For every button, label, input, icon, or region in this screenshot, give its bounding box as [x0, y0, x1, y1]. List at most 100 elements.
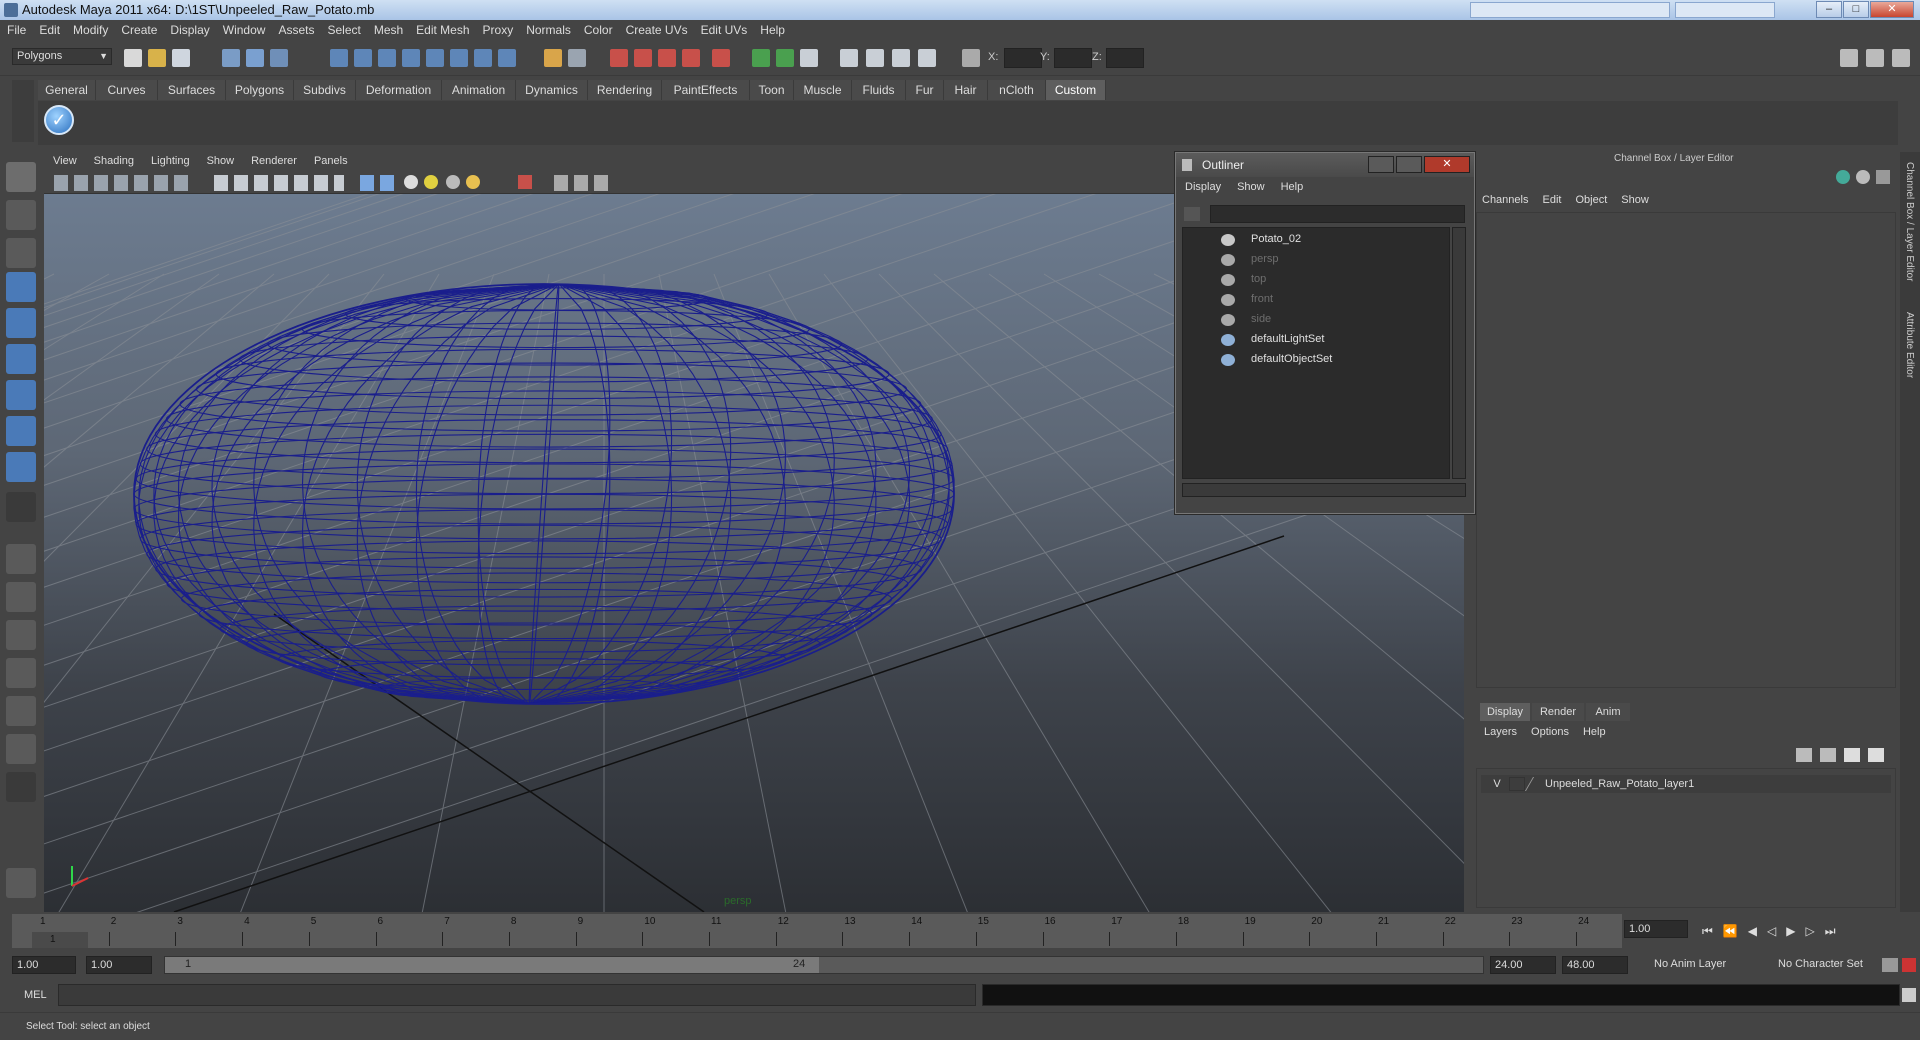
- vp-menu-lighting[interactable]: Lighting: [142, 152, 198, 167]
- tab-animation[interactable]: Animation: [442, 80, 516, 100]
- tab-hair[interactable]: Hair: [944, 80, 988, 100]
- command-language-label[interactable]: MEL: [24, 989, 47, 1001]
- playback-buttons[interactable]: ⏮⏪◀◁▶▷⏭: [1702, 924, 1846, 939]
- new-layer-icon[interactable]: [1844, 748, 1860, 762]
- make-live-icon[interactable]: [426, 49, 444, 67]
- light-icon[interactable]: [424, 175, 438, 189]
- layer-color-swatch[interactable]: [1524, 777, 1546, 791]
- output-icon[interactable]: [568, 49, 586, 67]
- hand-icon[interactable]: [6, 868, 36, 898]
- soft-modification-icon[interactable]: [6, 416, 36, 446]
- tab-dynamics[interactable]: Dynamics: [516, 80, 588, 100]
- menu-set-select[interactable]: Polygons ▼: [12, 48, 112, 65]
- tab-rendering[interactable]: Rendering: [588, 80, 662, 100]
- snap-plane-icon[interactable]: [402, 49, 420, 67]
- channel-box-area[interactable]: [1476, 212, 1896, 688]
- outliner-maximize-button[interactable]: [1396, 156, 1422, 173]
- menu-mesh[interactable]: Mesh: [367, 20, 409, 37]
- outliner-item[interactable]: persp: [1183, 250, 1451, 270]
- checkmark-icon[interactable]: ✓: [44, 105, 74, 135]
- le-menu-options[interactable]: Options: [1523, 724, 1575, 738]
- vp-menu-panels[interactable]: Panels: [305, 152, 356, 167]
- toggle-panel-icon[interactable]: [1840, 49, 1858, 67]
- construction-history-icon[interactable]: [474, 49, 492, 67]
- paint-select-tool-icon[interactable]: [6, 238, 36, 268]
- current-time-field[interactable]: 1.00: [1624, 920, 1688, 938]
- select-tool-icon[interactable]: [6, 162, 36, 192]
- last-tool-icon[interactable]: [6, 492, 36, 522]
- vp-menu-show[interactable]: Show: [198, 152, 243, 167]
- range-slider[interactable]: 1 24: [164, 956, 1484, 974]
- menu-proxy[interactable]: Proxy: [476, 20, 520, 37]
- display-mode-icon[interactable]: [214, 175, 344, 191]
- vp-menu-shading[interactable]: Shading: [85, 152, 142, 167]
- settings-icon[interactable]: [1892, 49, 1910, 67]
- move-layer-up-icon[interactable]: [1796, 748, 1812, 762]
- close-button[interactable]: ✕: [1870, 1, 1914, 18]
- render-layer-icon[interactable]: [866, 49, 884, 67]
- tab-fluids[interactable]: Fluids: [852, 80, 906, 100]
- reference-icon[interactable]: [892, 49, 910, 67]
- show-attribute-editor-icon[interactable]: [752, 49, 770, 67]
- time-slider[interactable]: 1 2 3 4 5 6 7 8 9 10 11 12 13 14 15 16 17 18 19 20 21 22 23 24 …: [12, 914, 1622, 948]
- scale-tool-icon[interactable]: [6, 344, 36, 374]
- outliner-menu-display[interactable]: Display: [1176, 179, 1228, 193]
- animation-preferences-icon[interactable]: [1902, 958, 1916, 972]
- render-view-icon[interactable]: [712, 49, 730, 67]
- layer-row[interactable]: V Unpeeled_Raw_Potato_layer1: [1481, 775, 1891, 793]
- show-tool-settings-icon[interactable]: [776, 49, 794, 67]
- tab-anim[interactable]: Anim: [1586, 703, 1630, 721]
- camera-tools-icon[interactable]: [54, 175, 194, 191]
- layout-options-icon[interactable]: [6, 772, 36, 802]
- isolate-select-icon[interactable]: [518, 175, 532, 189]
- y-field[interactable]: [1054, 48, 1092, 68]
- open-scene-icon[interactable]: [148, 49, 166, 67]
- range-slider-handle[interactable]: 1 24: [165, 957, 819, 973]
- persp-trax-layout-icon[interactable]: [6, 734, 36, 764]
- show-channel-box-icon[interactable]: [800, 49, 818, 67]
- tab-general[interactable]: General: [38, 80, 96, 100]
- rotate-tool-icon[interactable]: [6, 308, 36, 338]
- anim-end-field[interactable]: 48.00: [1562, 956, 1628, 974]
- tab-curves[interactable]: Curves: [96, 80, 158, 100]
- tab-painteffects[interactable]: PaintEffects: [662, 80, 750, 100]
- select-hierarchy-icon[interactable]: [222, 49, 240, 67]
- menu-edit[interactable]: Edit: [32, 20, 66, 37]
- layer-editor-icon[interactable]: [1856, 170, 1870, 184]
- help-icon[interactable]: [498, 49, 516, 67]
- filter-icon[interactable]: [1184, 207, 1200, 221]
- x-field[interactable]: [1004, 48, 1042, 68]
- outliner-vertical-scrollbar[interactable]: [1452, 227, 1466, 479]
- outliner-title-bar[interactable]: Outliner ✕: [1176, 153, 1474, 177]
- minimize-button[interactable]: –: [1816, 1, 1842, 18]
- character-set-select[interactable]: No Character Set: [1774, 956, 1878, 974]
- vp-menu-view[interactable]: View: [44, 152, 85, 167]
- absolute-transform-icon[interactable]: [962, 49, 980, 67]
- script-editor-icon[interactable]: [1902, 988, 1916, 1002]
- help-search-scope[interactable]: [1675, 2, 1775, 18]
- cb-menu-object[interactable]: Object: [1569, 192, 1615, 206]
- persp-outliner-layout-icon[interactable]: [6, 620, 36, 650]
- tab-render[interactable]: Render: [1532, 703, 1584, 721]
- tab-muscle[interactable]: Muscle: [794, 80, 852, 100]
- tab-surfaces[interactable]: Surfaces: [158, 80, 226, 100]
- le-menu-layers[interactable]: Layers: [1476, 724, 1523, 738]
- ipr-render-icon[interactable]: [634, 49, 652, 67]
- menu-edit-uvs[interactable]: Edit UVs: [694, 20, 754, 37]
- layer-visibility-toggle[interactable]: V: [1489, 778, 1505, 790]
- snap-point-icon[interactable]: [378, 49, 396, 67]
- move-layer-down-icon[interactable]: [1820, 748, 1836, 762]
- texture-icon[interactable]: [404, 175, 418, 189]
- outliner-item[interactable]: defaultObjectSet: [1183, 350, 1451, 370]
- select-component-icon[interactable]: [270, 49, 288, 67]
- snap-grid-icon[interactable]: [330, 49, 348, 67]
- help-search-field[interactable]: [1470, 2, 1670, 18]
- persp-hypershade-layout-icon[interactable]: [6, 696, 36, 726]
- vp-menu-renderer[interactable]: Renderer: [242, 152, 305, 167]
- outliner-close-button[interactable]: ✕: [1424, 156, 1470, 173]
- render-current-frame-icon[interactable]: [610, 49, 628, 67]
- channel-box-icon[interactable]: [1836, 170, 1850, 184]
- transform-icon[interactable]: [918, 49, 936, 67]
- anim-layer-select[interactable]: No Anim Layer: [1650, 956, 1754, 974]
- menu-window[interactable]: Window: [216, 20, 272, 37]
